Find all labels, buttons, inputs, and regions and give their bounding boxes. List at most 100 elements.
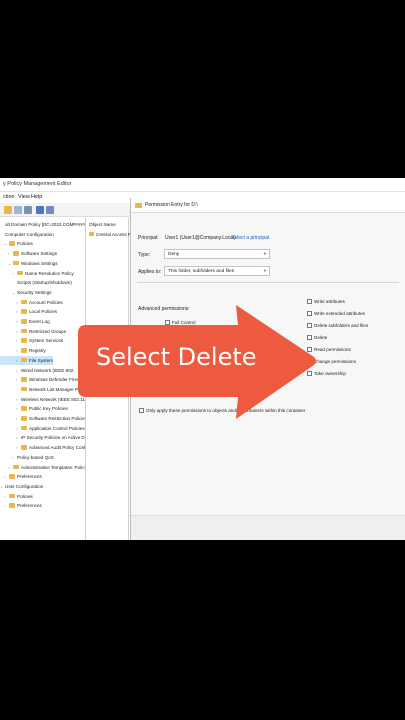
tree-item[interactable]: › Registry	[0, 346, 46, 355]
tree-item[interactable]: › Wireless Network (IEEE 802.11	[0, 395, 85, 404]
console-icon[interactable]	[14, 206, 22, 214]
folder-icon	[9, 241, 15, 246]
tree-item-label: ult Domain Policy [DC-2022.COMPANY.LOCA	[5, 222, 85, 227]
callout-text: Select Delete	[96, 343, 257, 371]
tree-item[interactable]: › System Services	[0, 336, 63, 345]
folder-icon	[21, 319, 27, 324]
tree-item-label: Registry	[29, 348, 46, 354]
tree-item-label: Name Resolution Policy	[25, 270, 74, 276]
folder-icon	[21, 386, 27, 392]
tree-item[interactable]: › Wired Network (IEEE 802.	[0, 366, 75, 375]
tree-item[interactable]: ⌄ Windows Settings	[0, 259, 58, 268]
tree-item-label: Application Control Policies	[29, 425, 85, 431]
tree-item[interactable]: › Local Policies	[0, 307, 57, 316]
chevron-down-icon: ▾	[263, 251, 266, 256]
tree-item-label: Software Settings	[21, 251, 58, 257]
tree-item[interactable]: › Name Resolution Policy	[0, 269, 74, 278]
tree-item-label: IP Security Policies on Active D	[21, 435, 85, 441]
tree-item-label: Policies	[17, 241, 33, 247]
applies-to-label: Applies to:	[138, 269, 162, 275]
type-label: Type:	[138, 252, 151, 258]
tree-item-label: Computer Configuration	[5, 231, 54, 237]
menu-help[interactable]: Help	[31, 194, 42, 200]
tree-item[interactable]: ⌄ Security Settings	[0, 288, 51, 297]
folder-icon	[21, 357, 27, 363]
tree-item[interactable]: Computer Configuration	[0, 230, 54, 239]
folder-icon	[13, 251, 19, 256]
folder-icon	[21, 309, 27, 314]
folder-icon[interactable]	[4, 206, 12, 214]
tree-item-label: Policies	[17, 493, 33, 499]
tree-item-label: Event Log	[29, 319, 50, 324]
tree-item[interactable]: › Software Settings	[0, 249, 57, 258]
menu-view[interactable]: View	[18, 194, 30, 200]
folder-icon	[21, 406, 27, 411]
divider	[137, 282, 399, 283]
tree-item[interactable]: ⌄ User Configuration	[0, 482, 43, 491]
tree-item-label: Windows Defender Firewa	[29, 377, 83, 383]
principal-value: User1 (User1@Company.Local)	[165, 235, 236, 241]
folder-icon	[21, 416, 27, 421]
tree-item-label: Preferences	[17, 503, 42, 509]
tree-item[interactable]: › IP Security Policies on Active D	[0, 433, 85, 442]
tree-item[interactable]: › Software Restriction Policies	[0, 414, 85, 423]
applies-to-dropdown[interactable]: This folder, subfolders and files ▾	[164, 266, 270, 276]
tree-item-label: Account Policies	[29, 299, 63, 305]
folder-icon	[13, 260, 19, 266]
select-delete-callout: Select Delete	[78, 303, 321, 421]
tree-item[interactable]: › Application Control Policies	[0, 424, 85, 433]
applies-to-value: This folder, subfolders and files	[168, 268, 235, 274]
tree-item[interactable]: Network List Manager Polici	[0, 385, 85, 394]
tree-item[interactable]: ⌄ Policies	[0, 239, 33, 248]
tree-item[interactable]: › File System	[0, 355, 53, 365]
tree-item[interactable]: › Restricted Groups	[0, 327, 66, 336]
folder-icon	[9, 503, 15, 508]
tree-item[interactable]: Scripts (Startup/Shutdown)	[0, 278, 72, 287]
folder-icon	[13, 464, 19, 469]
folder-icon	[17, 270, 23, 275]
tree-item-label: Local Policies	[29, 309, 58, 315]
tree-item[interactable]: › Policies	[0, 492, 33, 501]
tree-item-label: System Services	[29, 338, 64, 344]
folder-icon	[9, 493, 15, 499]
object-name-header[interactable]: Object Name	[89, 222, 116, 227]
tree-item-label: Restricted Groups	[29, 328, 67, 334]
dialog-title: Permission Entry for D:\	[145, 202, 198, 208]
folder-icon	[21, 348, 27, 353]
tree-item[interactable]: › Preferences	[0, 501, 42, 510]
dialog-footer	[131, 515, 405, 540]
help-icon[interactable]	[36, 206, 44, 214]
folder-icon	[21, 425, 27, 431]
window-title: y Policy Management Editor	[3, 181, 72, 187]
title-bar: y Policy Management Editor	[0, 178, 405, 192]
policy-tree: ult Domain Policy [DC-2022.COMPANY.LOCA C…	[0, 218, 86, 540]
view-icon[interactable]	[46, 206, 54, 214]
tree-item-label: File System	[29, 357, 53, 363]
folder-icon	[21, 328, 27, 334]
folder-icon	[135, 203, 142, 208]
tree-item-label: Scripts (Startup/Shutdown)	[17, 280, 72, 286]
menu-action[interactable]: ction	[3, 194, 15, 200]
select-principal-link[interactable]: Select a principal	[231, 235, 269, 241]
tree-item[interactable]: › Account Policies	[0, 298, 63, 307]
tree-item[interactable]: › Windows Defender Firewa	[0, 375, 83, 384]
tree-item[interactable]: ult Domain Policy [DC-2022.COMPANY.LOCA	[0, 220, 85, 229]
tree-item-label: User Configuration	[5, 483, 44, 489]
tree-item[interactable]: › Advanced Audit Policy Configu	[0, 443, 85, 452]
list-item-label: Central Access Pol	[96, 232, 135, 237]
tree-item[interactable]: › Public Key Policies	[0, 404, 68, 413]
tree-item[interactable]: › Policy-based QoS	[0, 453, 54, 462]
tree-item-label: Policy-based QoS	[17, 454, 54, 460]
tree-item[interactable]: ›Administrative Templates: Policy defin	[0, 463, 85, 472]
folder-icon	[21, 445, 27, 450]
tree-item[interactable]: › Preferences	[0, 472, 42, 481]
list-item[interactable]: Central Access Pol	[89, 232, 135, 237]
tree-item[interactable]: › Event Log	[0, 317, 50, 326]
type-dropdown[interactable]: Deny ▾	[164, 249, 270, 259]
tree-item-label: Security Settings	[17, 289, 52, 295]
folder-icon	[89, 232, 94, 236]
tree-item-label: Preferences	[17, 474, 42, 480]
properties-icon[interactable]	[24, 206, 32, 214]
dialog-title-bar: Permission Entry for D:\	[131, 198, 405, 213]
type-value: Deny	[168, 251, 180, 257]
